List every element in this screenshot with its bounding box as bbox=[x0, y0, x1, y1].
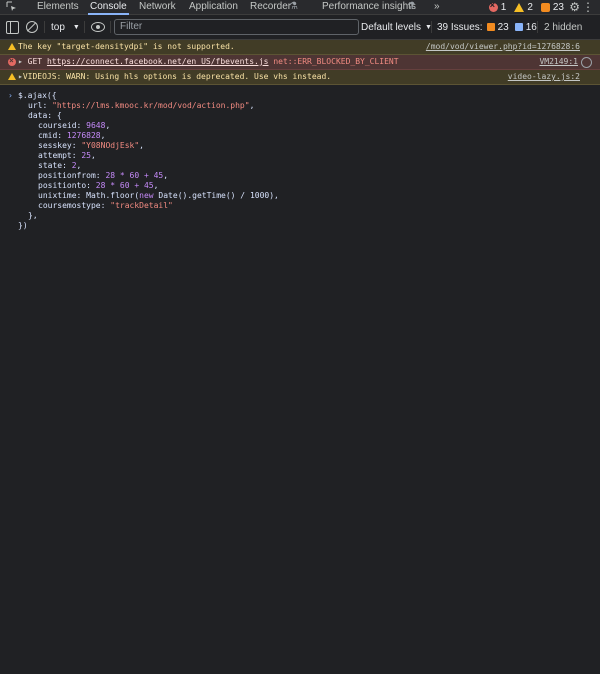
toolbar-divider bbox=[110, 21, 111, 33]
issues-counter[interactable]: 39 Issues: 23 16 bbox=[437, 15, 537, 39]
console-messages: The key "target-densitydpi" is not suppo… bbox=[0, 40, 600, 85]
console-input-code[interactable]: › $.ajax({ url: "https://lms.kmooc.kr/mod… bbox=[0, 85, 600, 231]
expand-caret-icon[interactable]: ▸ bbox=[18, 57, 23, 66]
tab-recorder[interactable]: Recorder bbox=[250, 0, 291, 14]
message-text: VIDEOJS: WARN: Using hls options is depr… bbox=[22, 72, 332, 81]
source-link[interactable]: VM2149:1 bbox=[539, 55, 578, 69]
tab-console[interactable]: Console bbox=[88, 0, 129, 15]
source-link[interactable]: video-lazy.js:2 bbox=[508, 70, 580, 84]
chevron-down-icon: ▼ bbox=[72, 23, 80, 31]
settings-gear-icon[interactable]: ⚙ bbox=[569, 1, 580, 13]
console-toolbar: top ▼ Filter Default levels ▼ 39 Issues: 2… bbox=[0, 15, 600, 40]
issue-icon bbox=[540, 2, 550, 12]
more-options-icon[interactable]: ⋮ bbox=[582, 1, 594, 13]
console-prompt-icon: › bbox=[8, 91, 13, 100]
warning-count: 2 bbox=[527, 1, 533, 13]
toolbar-divider bbox=[84, 21, 85, 33]
tab-elements[interactable]: Elements bbox=[37, 0, 79, 14]
console-error-row: ▸ GET https://connect.facebook.net/en_US… bbox=[0, 54, 600, 70]
flask-icon: ⚗ bbox=[407, 1, 416, 12]
status-counts[interactable]: 1 2 23 bbox=[488, 0, 564, 14]
tab-network[interactable]: Network bbox=[139, 0, 176, 14]
tab-application[interactable]: Application bbox=[189, 0, 238, 14]
issue-blue-icon bbox=[514, 23, 523, 31]
source-link[interactable]: /mod/vod/viewer.php?id=1276828:6 bbox=[426, 40, 580, 54]
error-icon bbox=[8, 54, 16, 68]
warning-icon bbox=[8, 43, 16, 50]
devtools-tabbar: Elements Console Network Application Rec… bbox=[0, 0, 600, 15]
message-text: The key "target-densitydpi" is not suppo… bbox=[18, 42, 235, 51]
issue-count: 23 bbox=[552, 1, 564, 13]
toolbar-divider bbox=[431, 21, 432, 33]
context-select[interactable]: top ▼ bbox=[51, 15, 80, 39]
log-levels-select[interactable]: Default levels ▼ bbox=[361, 15, 432, 39]
clear-console-icon[interactable] bbox=[26, 21, 38, 33]
console-warning-row: The key "target-densitydpi" is not suppo… bbox=[0, 40, 600, 55]
tab-performance-insights[interactable]: Performance insights bbox=[322, 0, 416, 14]
filter-input[interactable]: Filter bbox=[114, 19, 359, 35]
error-code: net::ERR_BLOCKED_BY_CLIENT bbox=[273, 57, 399, 66]
flask-icon: ⚗ bbox=[289, 1, 298, 12]
toolbar-divider bbox=[44, 21, 45, 33]
request-method: GET bbox=[27, 57, 43, 66]
warning-icon bbox=[8, 73, 16, 80]
toolbar-divider bbox=[537, 21, 538, 33]
live-expression-eye-icon[interactable] bbox=[91, 22, 105, 32]
inspect-element-icon[interactable] bbox=[6, 1, 17, 12]
error-count: 1 bbox=[500, 1, 507, 13]
request-url[interactable]: https://connect.facebook.net/en_US/fbeve… bbox=[47, 57, 269, 66]
console-warning-row: ▸VIDEOJS: WARN: Using hls options is dep… bbox=[0, 70, 600, 85]
sidebar-toggle-icon[interactable] bbox=[6, 21, 19, 34]
network-request-icon[interactable] bbox=[581, 57, 592, 68]
hidden-count[interactable]: 2 hidden bbox=[544, 15, 582, 39]
issue-orange-icon bbox=[486, 23, 495, 31]
warning-icon bbox=[514, 2, 525, 12]
more-tabs-button[interactable]: » bbox=[434, 0, 440, 14]
error-icon bbox=[488, 0, 498, 12]
